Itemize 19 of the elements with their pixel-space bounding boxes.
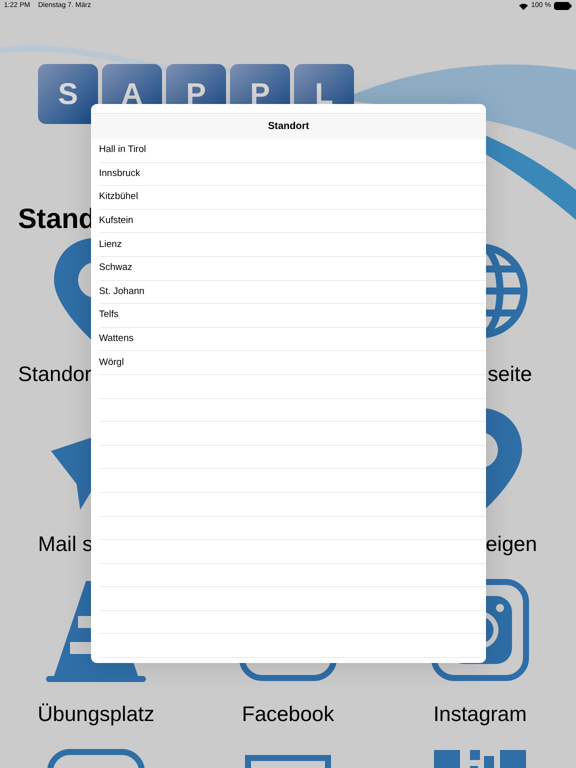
location-item[interactable]: Hall in Tirol <box>99 139 486 163</box>
location-item[interactable]: Wattens <box>99 328 486 352</box>
location-item[interactable]: Lienz <box>99 233 486 257</box>
tile-label: Instagram <box>433 702 527 728</box>
tile-label: Standor <box>18 362 92 388</box>
location-item[interactable]: Wörgl <box>99 351 486 375</box>
location-item[interactable]: Kufstein <box>99 210 486 234</box>
tile-label: Facebook <box>242 702 334 728</box>
location-item[interactable]: Kitzbühel <box>99 186 486 210</box>
battery-icon <box>554 2 572 10</box>
location-item[interactable]: St. Johann <box>99 280 486 304</box>
logo-tile: S <box>38 64 98 124</box>
location-item[interactable]: Innsbruck <box>99 162 486 186</box>
location-item[interactable]: Schwaz <box>99 256 486 281</box>
wifi-icon <box>519 2 528 10</box>
location-item[interactable]: Telfs <box>99 304 486 328</box>
tile-label: eigen <box>486 532 537 558</box>
tile-label: seite <box>488 362 532 388</box>
tile-label: Übungsplatz <box>38 702 154 728</box>
